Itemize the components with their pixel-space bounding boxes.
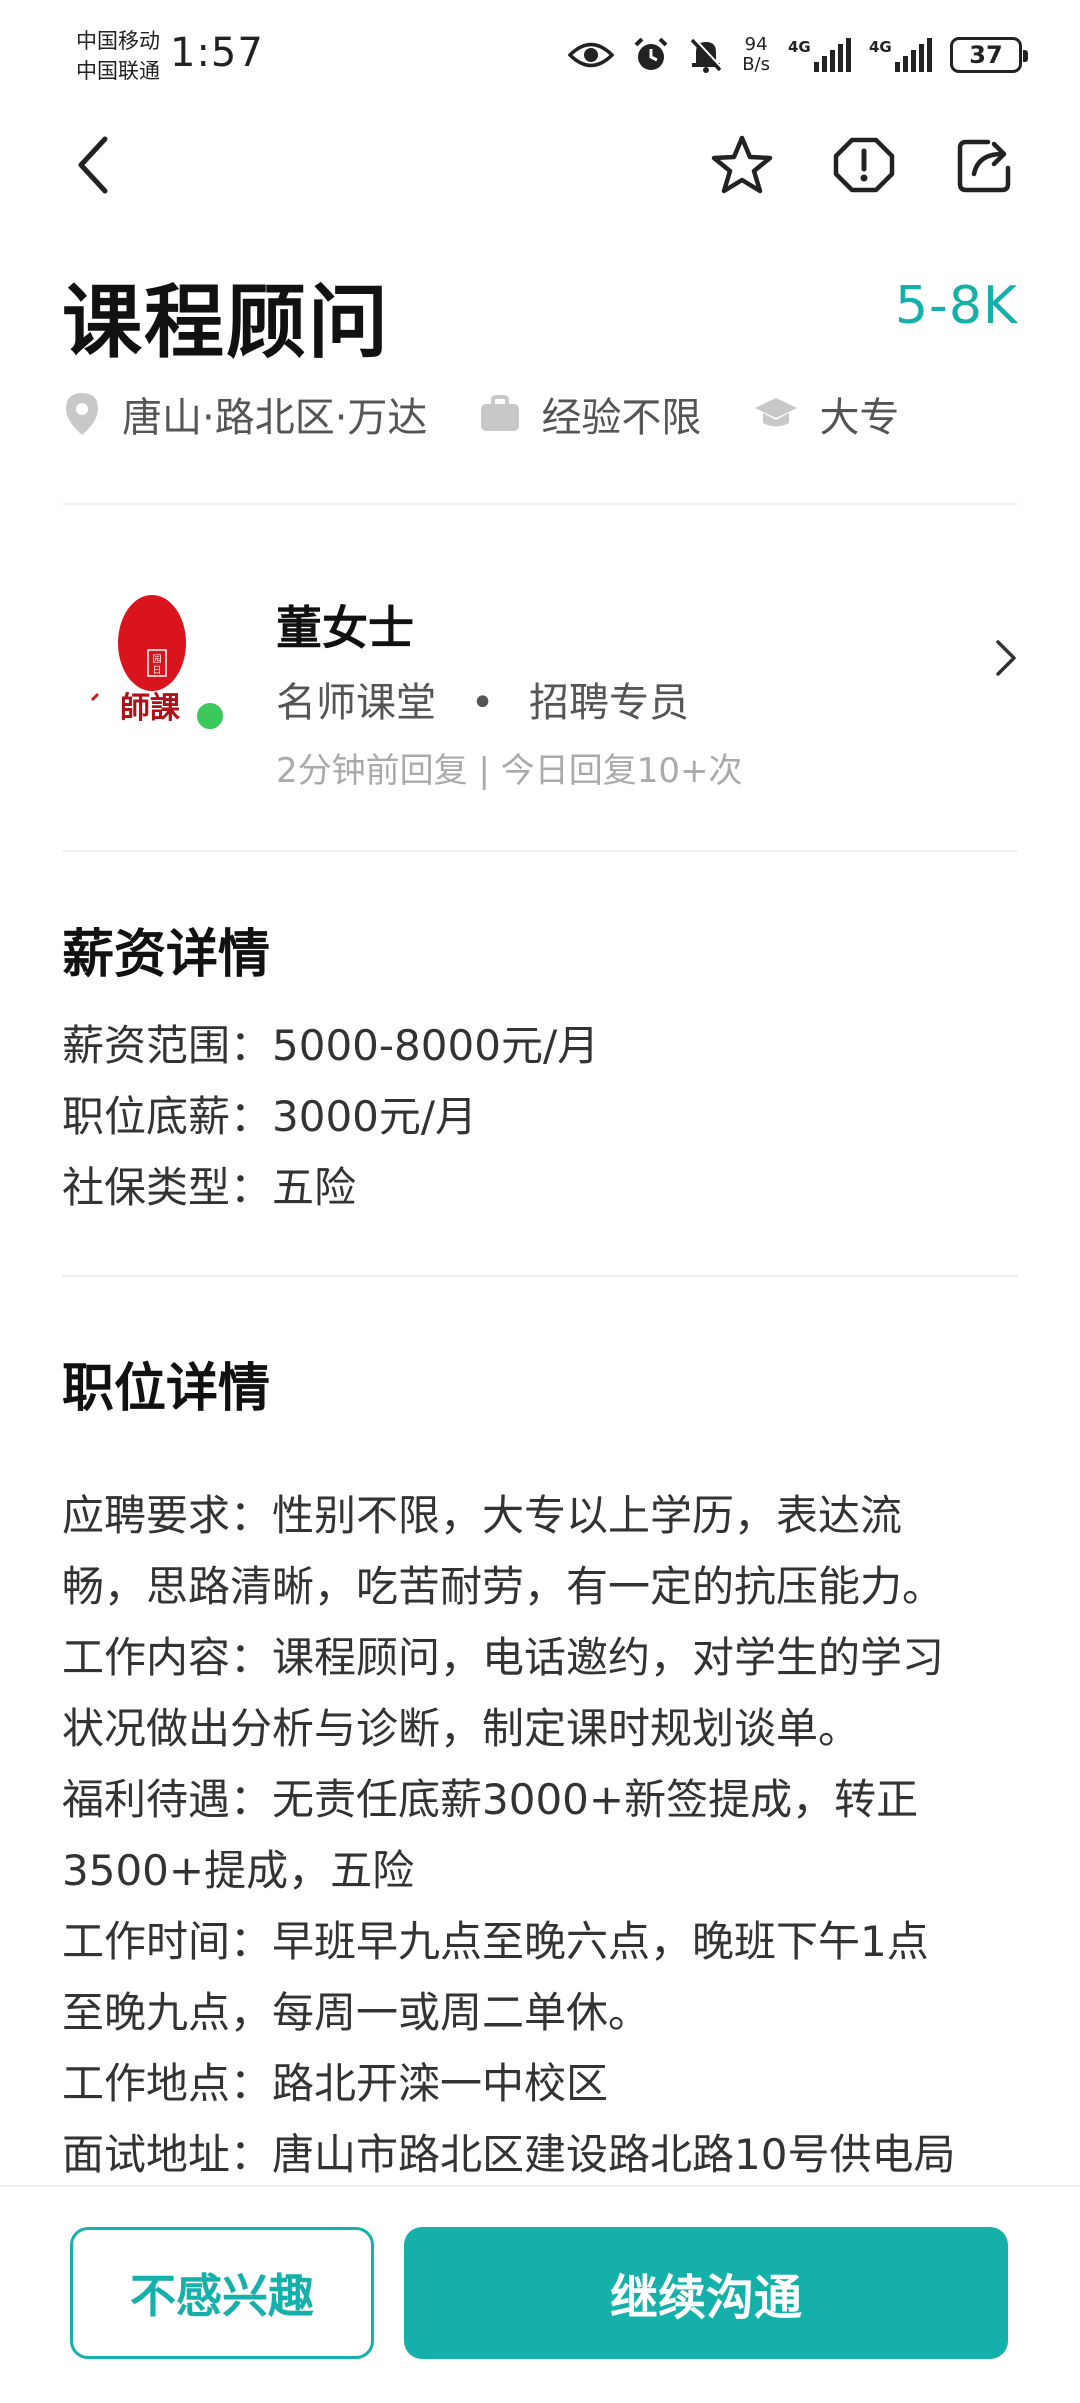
briefcase-icon <box>479 395 521 433</box>
company-logo: 园 日 師課 <box>90 588 210 738</box>
salary-range-value: 5000-8000元/月 <box>272 1021 600 1070</box>
online-status-dot <box>194 700 226 732</box>
description-line: 应聘要求：性别不限，大专以上学历，表达流 <box>62 1491 903 1540</box>
location-text: 唐山·路北区·万达 <box>122 395 428 441</box>
job-description: 应聘要求：性别不限，大专以上学历，表达流 畅，思路清晰，吃苦耐劳，有一定的抗压能… <box>62 1480 1022 2190</box>
divider <box>62 503 1018 505</box>
recruiter-card[interactable]: 园 日 師課 董女士 名师课堂 • 招聘专员 2分钟前回复 | 今日回复10+次 <box>62 560 1018 791</box>
back-button[interactable] <box>58 130 128 200</box>
base-salary-label: 职位底薪： <box>62 1092 273 1141</box>
back-arrow-icon <box>78 136 108 194</box>
battery-level: 37 <box>969 41 1003 69</box>
salary-range-row: 薪资范围：5000-8000元/月 <box>62 1010 599 1081</box>
report-button[interactable] <box>829 130 899 200</box>
continue-chat-button[interactable]: 继续沟通 <box>404 2227 1008 2359</box>
description-line: 工作内容：课程顾问，电话邀约，对学生的学习 <box>62 1633 945 1682</box>
net-speed-value: 94 <box>744 34 768 55</box>
signal-1-label: 4G <box>788 38 811 56</box>
reply-info: 2分钟前回复 | 今日回复10+次 <box>276 751 743 791</box>
experience-item: 经验不限 <box>479 385 701 443</box>
experience-text: 经验不限 <box>541 395 702 441</box>
location-pin-icon <box>62 391 102 437</box>
carrier-2: 中国联通 <box>76 59 160 83</box>
education-item: 大专 <box>753 385 899 443</box>
salary-range-label: 薪资范围： <box>62 1021 273 1070</box>
description-line: 3500+提成，五险 <box>62 1846 415 1895</box>
description-line: 至晚九点，每周一或周二单休。 <box>62 1988 651 2037</box>
recruiter-company-role: 名师课堂 • 招聘专员 <box>276 670 689 728</box>
svg-text:园: 园 <box>152 654 161 665</box>
top-nav <box>0 120 1080 210</box>
favorite-button[interactable] <box>707 130 777 200</box>
recruiter-role: 招聘专员 <box>529 680 690 726</box>
net-speed-unit: B/s <box>742 54 770 75</box>
share-icon <box>957 139 1011 193</box>
description-line: 福利待遇：无责任底薪3000+新签提成，转正 <box>62 1775 919 1824</box>
description-line: 状况做出分析与诊断，制定课时规划谈单。 <box>62 1704 861 1753</box>
insurance-row: 社保类型：五险 <box>62 1152 599 1223</box>
separator-dot: • <box>470 680 495 726</box>
report-warning-icon <box>833 137 895 193</box>
graduation-cap-icon <box>753 396 799 432</box>
status-icons: 94 B/s 4G 4G 37 <box>568 30 1028 80</box>
signal-icon: 4G <box>788 38 851 72</box>
divider <box>62 850 1018 852</box>
star-icon <box>711 135 773 194</box>
carrier-names: 中国移动 中国联通 <box>76 26 160 86</box>
salary-range: 5-8K <box>894 276 1018 336</box>
education-text: 大专 <box>819 395 900 441</box>
salary-section-title: 薪资详情 <box>62 925 271 985</box>
carrier-1: 中国移动 <box>76 29 160 53</box>
job-section-title: 职位详情 <box>62 1359 271 1419</box>
job-meta: 唐山·路北区·万达 经验不限 大专 <box>62 385 951 443</box>
svg-text:日: 日 <box>152 665 161 676</box>
salary-details: 薪资范围：5000-8000元/月 职位底薪：3000元/月 社保类型：五险 <box>62 1010 599 1223</box>
divider <box>62 1275 1018 1277</box>
base-salary-value: 3000元/月 <box>272 1092 478 1141</box>
location-item: 唐山·路北区·万达 <box>62 385 427 443</box>
insurance-label: 社保类型： <box>62 1163 273 1212</box>
status-bar: 中国移动 中国联通 1:57 94 B/s 4G 4G 37 <box>0 0 1080 110</box>
chevron-right-icon <box>996 640 1016 676</box>
job-title: 课程顾问 <box>62 276 390 369</box>
description-line: 工作地点：路北开滦一中校区 <box>62 2059 609 2108</box>
recruiter-company: 名师课堂 <box>276 680 436 726</box>
description-line: 工作时间：早班早九点至晚六点，晚班下午1点 <box>62 1917 929 1966</box>
signal-icon: 4G <box>869 38 932 72</box>
description-line: 面试地址：唐山市路北区建设路北路10号供电局 <box>62 2130 956 2179</box>
description-line: 畅，思路清晰，吃苦耐劳，有一定的抗压能力。 <box>62 1562 945 1611</box>
svg-text:師課: 師課 <box>120 691 181 726</box>
bottom-action-bar: 不感兴趣 继续沟通 <box>0 2185 1080 2403</box>
base-salary-row: 职位底薪：3000元/月 <box>62 1081 599 1152</box>
recruiter-name: 董女士 <box>276 601 414 655</box>
not-interested-button[interactable]: 不感兴趣 <box>70 2227 374 2359</box>
share-button[interactable] <box>950 130 1020 200</box>
alarm-icon <box>634 37 668 70</box>
insurance-value: 五险 <box>272 1163 357 1212</box>
net-speed: 94 B/s <box>742 35 770 75</box>
eye-icon <box>568 42 615 68</box>
signal-2-label: 4G <box>869 38 892 56</box>
battery-icon: 37 <box>950 37 1028 73</box>
mute-bell-icon <box>690 37 723 73</box>
status-time: 1:57 <box>170 30 264 76</box>
